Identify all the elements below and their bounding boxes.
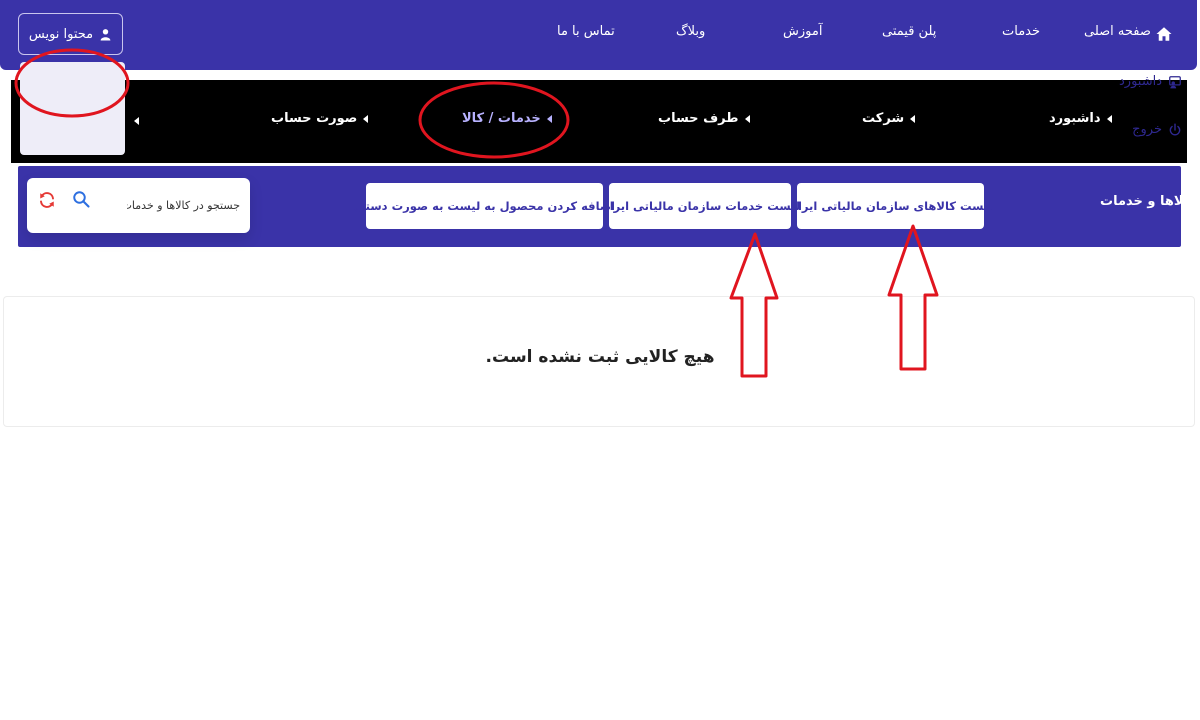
user-menu-button[interactable]: محتوا نویس (18, 13, 123, 55)
nav-blog[interactable]: وبلاگ (676, 24, 705, 39)
nav-contact[interactable]: تماس با ما (557, 24, 615, 39)
nav-home[interactable]: صفحه اصلی (1084, 24, 1151, 39)
empty-state-message: هیچ کالایی ثبت نشده است. (485, 347, 715, 367)
user-icon (100, 28, 111, 40)
dropdown-label: داشبورد (1119, 74, 1162, 89)
section-title: کالاها و خدمات (1100, 194, 1197, 209)
dropdown-item-dashboard[interactable]: داشبورد (40, 74, 1182, 89)
dropdown-item-logout[interactable]: خروج (60, 122, 1182, 137)
dashboard-icon (1169, 75, 1181, 88)
tax-org-products-list-button[interactable]: لیست کالاهای سازمان مالیاتی ایران (788, 183, 993, 229)
home-icon[interactable] (1155, 25, 1173, 43)
nav-pricing[interactable]: پلن قیمتی (882, 24, 936, 39)
tax-org-services-list-button[interactable]: لیست خدمات سازمان مالیاتی ایران (600, 183, 800, 229)
add-product-manually-button[interactable]: اضافه کردن محصول به لیست به صورت دستی (354, 183, 615, 229)
search-icon[interactable] (72, 190, 90, 208)
refresh-icon[interactable] (38, 191, 56, 209)
nav-services[interactable]: خدمات (1002, 24, 1040, 39)
power-icon (1169, 122, 1181, 135)
dropdown-label: خروج (1132, 122, 1162, 137)
user-name: محتوا نویس (28, 26, 94, 42)
search-box (27, 178, 250, 233)
nav-learning[interactable]: آموزش (783, 24, 822, 39)
search-input[interactable] (127, 178, 250, 233)
